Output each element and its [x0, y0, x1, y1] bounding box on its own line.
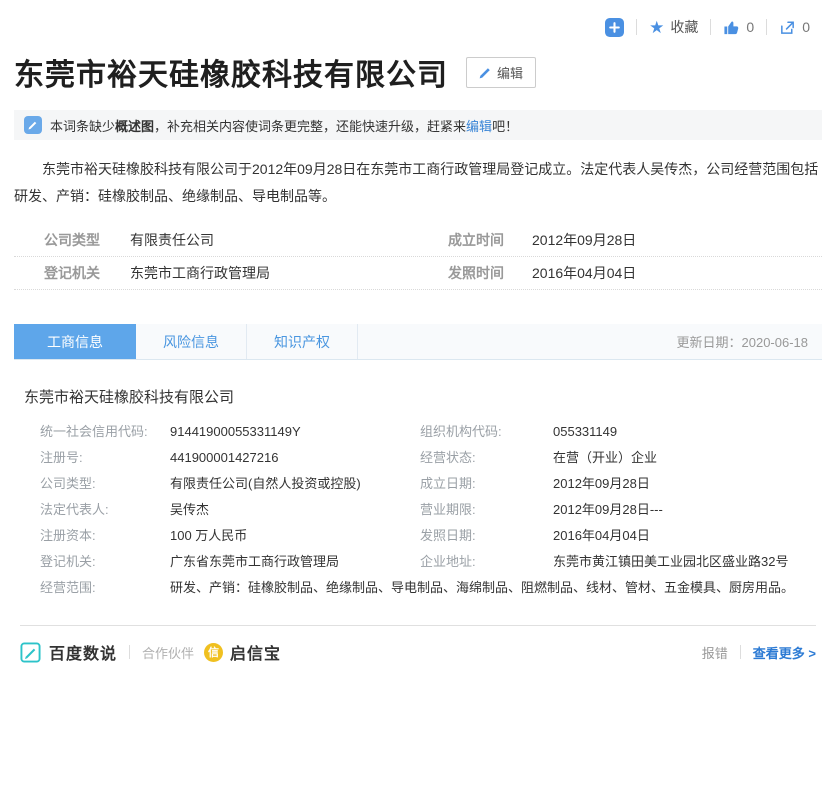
- baidu-shushuo-label: 百度数说: [49, 640, 117, 664]
- divider: [129, 645, 130, 659]
- summary-paragraph: 东莞市裕天硅橡胶科技有限公司于2012年09月28日在东莞市工商行政管理局登记成…: [14, 156, 822, 210]
- report-error-link[interactable]: 报错: [702, 643, 728, 662]
- field-value: 2016年04月04日: [553, 523, 822, 549]
- like-button[interactable]: 0: [711, 19, 766, 36]
- favorite-label: 收藏: [670, 17, 698, 37]
- action-bar: ★ 收藏 0 0: [14, 12, 822, 42]
- basic-info-row: 登记机关 东莞市工商行政管理局 发照时间 2016年04月04日: [14, 257, 822, 290]
- field-value: 吴传杰: [170, 497, 420, 523]
- basic-value: 有限责任公司: [130, 230, 448, 250]
- basic-label: 成立时间: [448, 230, 532, 250]
- business-info-row: 法定代表人: 吴传杰 营业期限: 2012年09月28日---: [14, 497, 822, 523]
- field-label: 经营状态:: [420, 445, 553, 471]
- business-info-row: 统一社会信用代码: 91441900055331149Y 组织机构代码: 055…: [14, 419, 822, 445]
- field-label: 组织机构代码:: [420, 419, 553, 445]
- favorite-button[interactable]: ★ 收藏: [637, 17, 710, 37]
- tab-spacer: [358, 324, 677, 359]
- field-label: 注册资本:: [40, 523, 170, 549]
- notice-text: 本词条缺少概述图，补充相关内容使词条更完整，还能快速升级，赶紧来编辑吧！: [50, 116, 518, 135]
- field-label: 注册号:: [40, 445, 170, 471]
- field-value: 055331149: [553, 419, 822, 445]
- field-value: 100 万人民币: [170, 523, 420, 549]
- basic-label: 登记机关: [44, 263, 130, 283]
- basic-value: 东莞市工商行政管理局: [130, 263, 448, 283]
- plus-icon: [605, 18, 624, 37]
- basic-info-row: 公司类型 有限责任公司 成立时间 2012年09月28日: [14, 224, 822, 257]
- business-info-grid: 统一社会信用代码: 91441900055331149Y 组织机构代码: 055…: [14, 419, 822, 601]
- baidu-shushuo-brand: 百度数说: [20, 640, 117, 664]
- footer: 百度数说 合作伙伴 信 启信宝 报错 查看更多 >: [14, 638, 822, 666]
- title-row: 东莞市裕天硅橡胶科技有限公司 编辑: [14, 50, 822, 94]
- field-label: 企业地址:: [420, 549, 553, 575]
- update-date-label: 更新日期：2020-06-18: [677, 324, 823, 359]
- basic-info-table: 公司类型 有限责任公司 成立时间 2012年09月28日 登记机关 东莞市工商行…: [14, 224, 822, 290]
- notice-bold-text: 概述图: [115, 119, 154, 134]
- field-value: 研发、产销：硅橡胶制品、绝缘制品、导电制品、海绵制品、阻燃制品、线材、管材、五金…: [170, 575, 822, 601]
- business-info-row: 公司类型: 有限责任公司(自然人投资或控股) 成立日期: 2012年09月28日: [14, 471, 822, 497]
- page-title: 东莞市裕天硅橡胶科技有限公司: [14, 50, 448, 94]
- notice-text-after: 吧！: [492, 119, 518, 134]
- field-value: 2012年09月28日: [553, 471, 822, 497]
- business-info-row: 注册资本: 100 万人民币 发照日期: 2016年04月04日: [14, 523, 822, 549]
- baike-entry-page: ★ 收藏 0 0 东莞市裕天硅橡胶科技有限公司 编辑 本词条缺少概述图，补充相关…: [0, 12, 836, 666]
- footer-right: 报错 查看更多 >: [702, 643, 816, 662]
- field-label: 营业期限:: [420, 497, 553, 523]
- field-label: 发照日期:: [420, 523, 553, 549]
- tab-intellectual-property[interactable]: 知识产权: [247, 324, 358, 359]
- field-value: 在营（开业）企业: [553, 445, 822, 471]
- field-label: 统一社会信用代码:: [40, 419, 170, 445]
- field-value: 441900001427216: [170, 445, 420, 471]
- notice-text-before: 本词条缺少: [50, 119, 115, 134]
- business-info-row-scope: 经营范围: 研发、产销：硅橡胶制品、绝缘制品、导电制品、海绵制品、阻燃制品、线材…: [14, 575, 822, 601]
- footer-divider: [20, 625, 816, 626]
- add-button[interactable]: [593, 18, 636, 37]
- company-name-heading: 东莞市裕天硅橡胶科技有限公司: [14, 386, 822, 407]
- business-info-row: 登记机关: 广东省东莞市工商行政管理局 企业地址: 东莞市黄江镇田美工业园北区盛…: [14, 549, 822, 575]
- basic-label: 发照时间: [448, 263, 532, 283]
- notice-edit-link[interactable]: 编辑: [466, 119, 492, 134]
- notice-bar: 本词条缺少概述图，补充相关内容使词条更完整，还能快速升级，赶紧来编辑吧！: [14, 110, 822, 140]
- qixinbao-label: 启信宝: [230, 640, 281, 664]
- tab-business-info[interactable]: 工商信息: [14, 324, 136, 359]
- partner-label: 合作伙伴: [142, 643, 194, 662]
- field-label: 成立日期:: [420, 471, 553, 497]
- notice-text-middle: ，补充相关内容使词条更完整，还能快速升级，赶紧来: [154, 119, 466, 134]
- business-info-row: 注册号: 441900001427216 经营状态: 在营（开业）企业: [14, 445, 822, 471]
- field-value: 广东省东莞市工商行政管理局: [170, 549, 420, 575]
- share-count: 0: [802, 19, 810, 35]
- field-value: 东莞市黄江镇田美工业园北区盛业路32号: [553, 549, 822, 575]
- share-icon: [779, 19, 796, 36]
- divider: [740, 645, 741, 659]
- basic-label: 公司类型: [44, 230, 130, 250]
- pencil-icon: [479, 66, 492, 79]
- star-icon: ★: [649, 19, 664, 36]
- qixinbao-logo-icon: 信: [204, 643, 223, 662]
- tab-risk-info[interactable]: 风险信息: [136, 324, 247, 359]
- basic-value: 2016年04月04日: [532, 263, 822, 283]
- field-label: 公司类型:: [40, 471, 170, 497]
- tab-bar: 工商信息 风险信息 知识产权 更新日期：2020-06-18: [14, 324, 822, 360]
- baidu-shushuo-logo-icon: [20, 642, 41, 663]
- edit-button-label: 编辑: [497, 63, 523, 82]
- basic-value: 2012年09月28日: [532, 230, 822, 250]
- field-label: 登记机关:: [40, 549, 170, 575]
- field-value: 2012年09月28日---: [553, 497, 822, 523]
- field-label: 经营范围:: [40, 575, 170, 601]
- field-value: 91441900055331149Y: [170, 419, 420, 445]
- like-count: 0: [746, 19, 754, 35]
- field-value: 有限责任公司(自然人投资或控股): [170, 471, 420, 497]
- view-more-link[interactable]: 查看更多 >: [753, 643, 816, 662]
- field-label: 法定代表人:: [40, 497, 170, 523]
- edit-entry-button[interactable]: 编辑: [466, 57, 536, 88]
- notice-pencil-icon: [24, 116, 42, 134]
- thumbs-up-icon: [723, 19, 740, 36]
- share-button[interactable]: 0: [767, 19, 822, 36]
